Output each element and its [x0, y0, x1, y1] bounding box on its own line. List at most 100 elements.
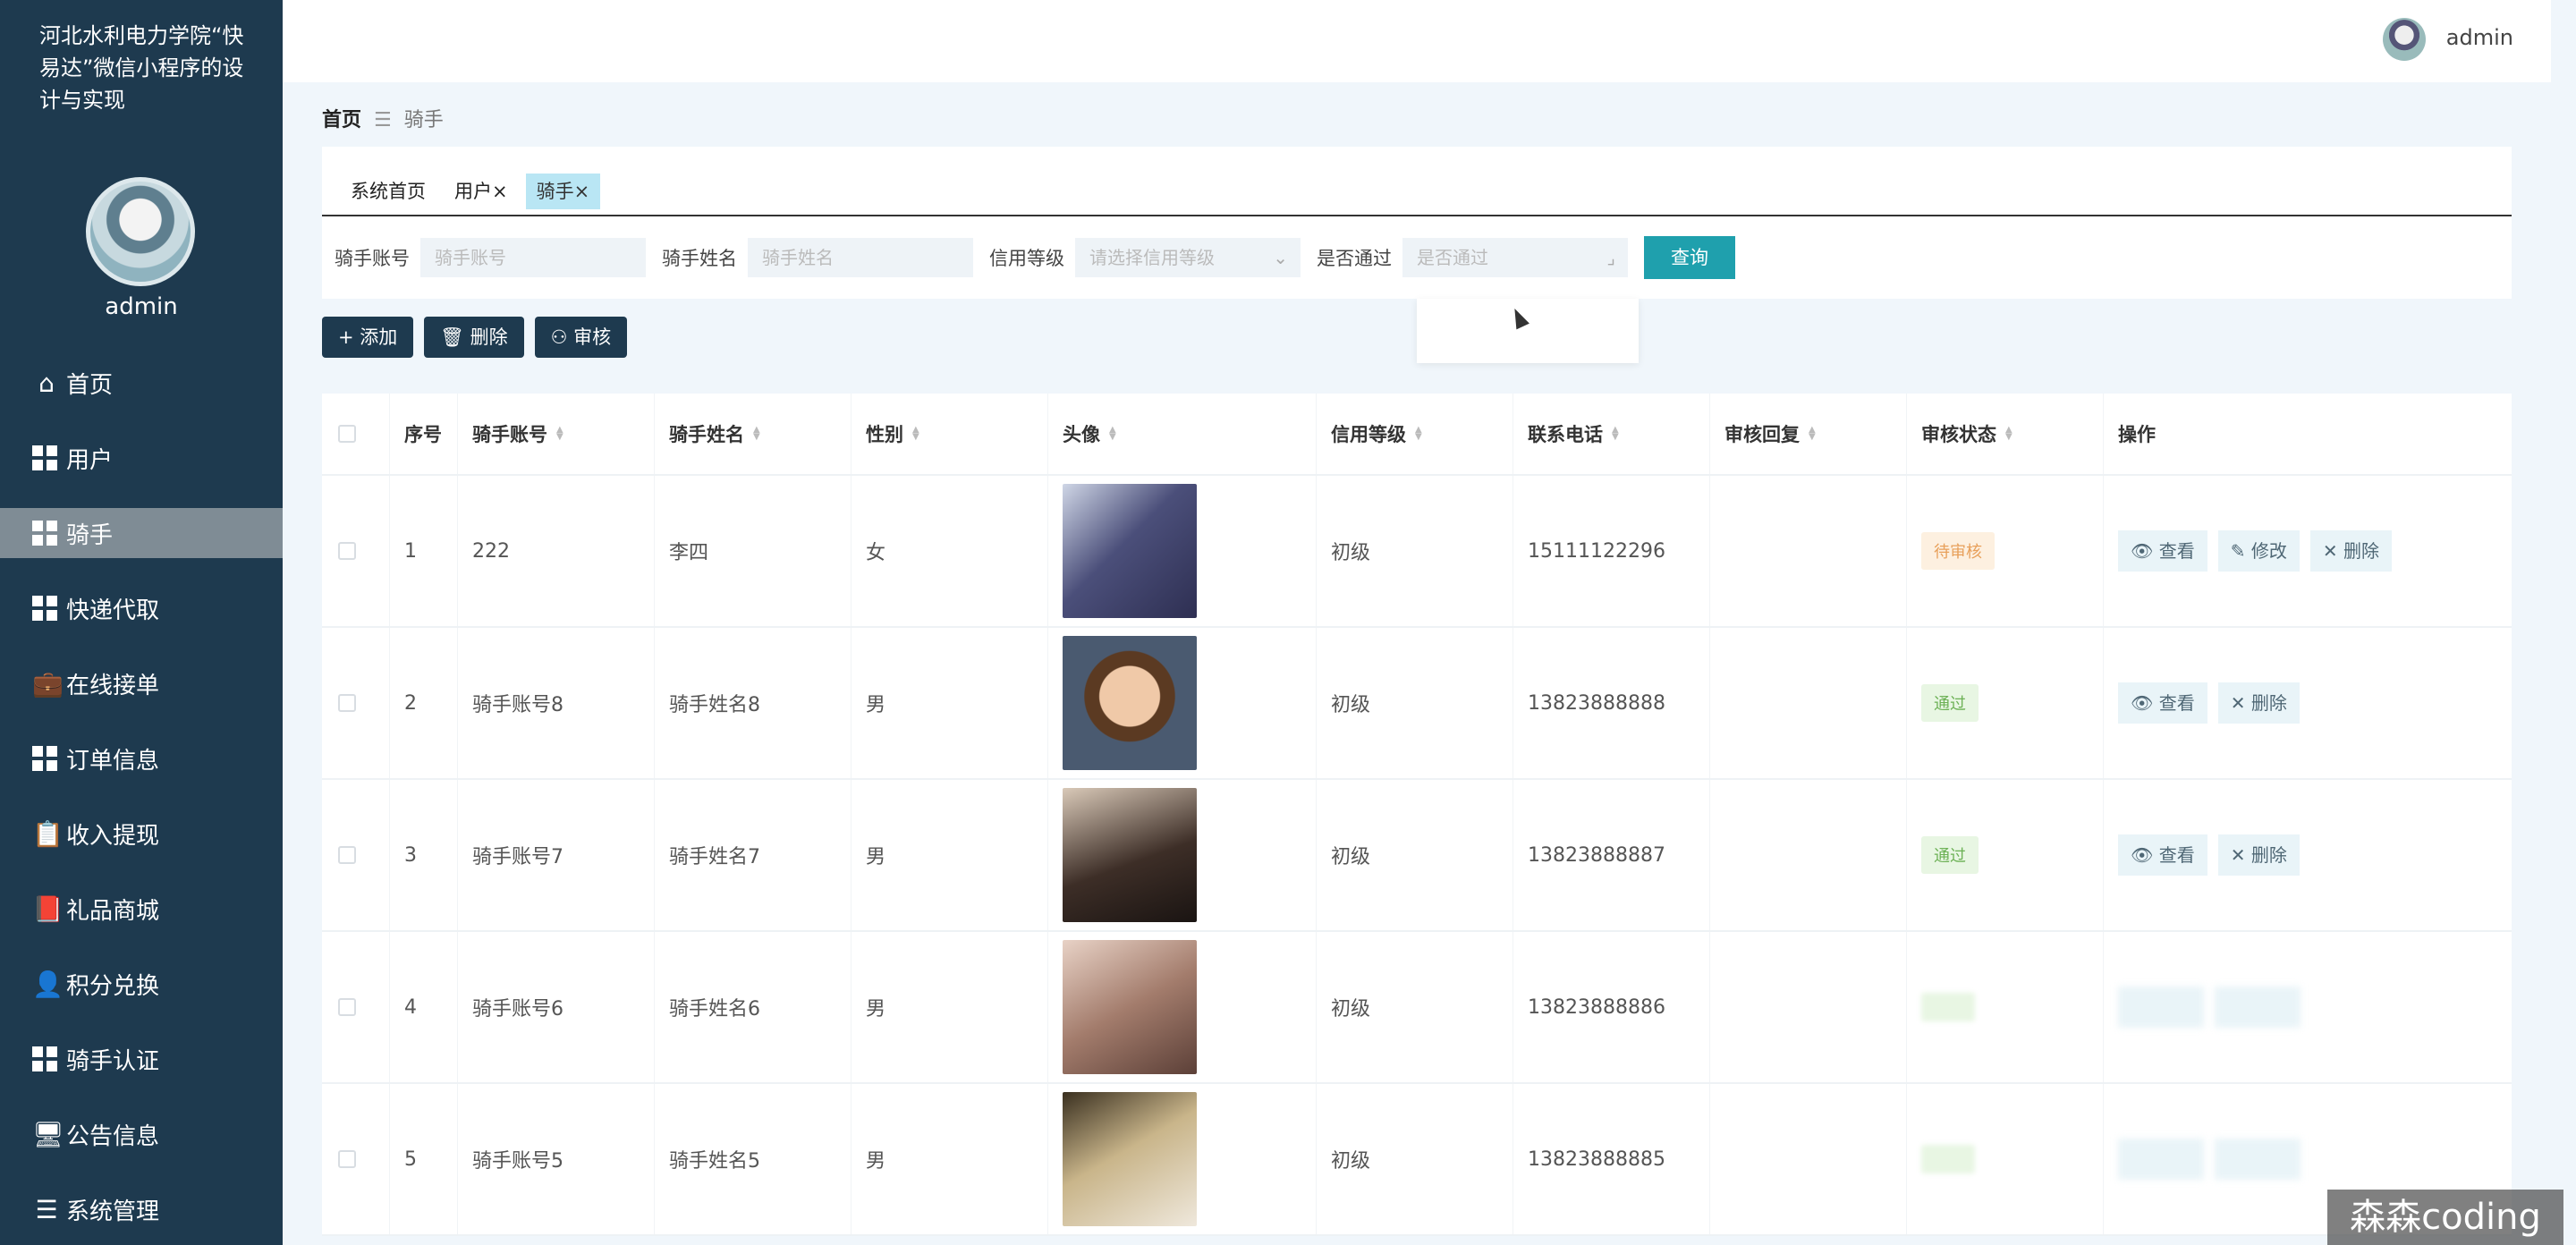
sidebar-item-4[interactable]: 💼 在线接单	[0, 658, 283, 708]
sort-icon[interactable]: ▲ ▼	[1612, 426, 1619, 442]
phone-number-cell: 13823888887	[1513, 780, 1710, 930]
chevron-down-icon: ⌄	[1273, 247, 1288, 268]
breadcrumb-home[interactable]: 首页	[322, 109, 361, 131]
rider-avatar-image[interactable]	[1063, 636, 1197, 770]
delete-button[interactable]: ✕ 删除	[2217, 682, 2300, 724]
view-icon: 👁	[2131, 844, 2159, 866]
sidebar-item-3[interactable]: 快递代取	[0, 583, 283, 633]
rider-account-cell: 骑手账号7	[458, 780, 655, 930]
sidebar-item-10[interactable]: 🖥 公告信息	[0, 1109, 283, 1159]
column-header-5[interactable]: 头像 ▲ ▼	[1048, 394, 1317, 474]
sidebar-item-0[interactable]: ⌂ 首页	[0, 358, 283, 408]
rider-account-cell: 骑手账号5	[458, 1084, 655, 1234]
phone-number: 15111122296	[1528, 539, 1665, 563]
sort-icon[interactable]: ▲ ▼	[912, 426, 919, 442]
sort-icon[interactable]: ▲ ▼	[556, 426, 564, 442]
sidebar-item-5[interactable]: 订单信息	[0, 733, 283, 783]
column-header-7[interactable]: 联系电话 ▲ ▼	[1513, 394, 1710, 474]
column-header-2[interactable]: 骑手账号 ▲ ▼	[458, 394, 655, 474]
column-header-label: 骑手账号	[472, 424, 547, 445]
rider-name: 骑手姓名8	[669, 694, 760, 716]
header-username[interactable]: admin	[2446, 25, 2513, 50]
sidebar-item-label: 首页	[66, 371, 114, 399]
row-checkbox[interactable]	[338, 846, 356, 864]
audit-reply-cell	[1710, 628, 1907, 778]
row-checkbox[interactable]	[338, 998, 356, 1016]
tab-users[interactable]: 用户×	[444, 174, 519, 209]
chevron-down-icon: ⌟	[1606, 247, 1615, 268]
sidebar-item-6[interactable]: 📋 收入提现	[0, 809, 283, 859]
name-input[interactable]: 骑手姓名	[748, 238, 973, 277]
edit-button[interactable]: ✎ 修改	[2217, 530, 2300, 572]
sidebar-item-label: 快递代取	[66, 597, 160, 624]
rider-avatar-image[interactable]	[1063, 484, 1197, 618]
row-checkbox[interactable]	[338, 1150, 356, 1168]
view-button[interactable]: 👁 查看	[2118, 682, 2207, 724]
audit-status-cell: 待审核	[1907, 476, 2104, 626]
sidebar-item-2[interactable]: 骑手	[0, 508, 283, 558]
row-action-button[interactable]	[2215, 987, 2301, 1028]
audit-reply-cell	[1710, 476, 1907, 626]
delete-button-label: 删除	[470, 326, 508, 348]
account-input[interactable]: 骑手账号	[420, 238, 646, 277]
rider-avatar-cell	[1048, 1084, 1317, 1234]
tab-home[interactable]: 系统首页	[340, 174, 436, 209]
add-button[interactable]: + 添加	[322, 317, 414, 358]
phone-number: 13823888885	[1528, 1148, 1665, 1171]
view-button[interactable]: 👁 查看	[2118, 530, 2207, 572]
rider-account: 骑手账号6	[472, 998, 564, 1021]
column-header-4[interactable]: 性别 ▲ ▼	[852, 394, 1048, 474]
sort-icon[interactable]: ▲ ▼	[1809, 426, 1816, 442]
tab-bar: 系统首页 用户× 骑手×	[340, 174, 607, 209]
sidebar-item-9[interactable]: 骑手认证	[0, 1034, 283, 1084]
table-body: 1 222 李四女初级 15111122296 待审核 👁 查看 ✎ 修改 ✕ 删除 2 骑手账号…	[322, 476, 2512, 1236]
audit-status-cell: 通过	[1907, 628, 2104, 778]
passed-dropdown-popup[interactable]	[1417, 299, 1639, 363]
credit-select[interactable]: 请选择信用等级 ⌄	[1075, 238, 1301, 277]
row-action-button[interactable]	[2118, 1139, 2204, 1180]
sidebar-item-8[interactable]: 👤 积分兑换	[0, 959, 283, 1009]
sidebar-item-7[interactable]: 📕 礼品商城	[0, 884, 283, 934]
view-button[interactable]: 👁 查看	[2118, 834, 2207, 876]
avatar[interactable]	[86, 177, 195, 286]
audit-button-label: 审核	[573, 326, 612, 348]
select-all-checkbox[interactable]	[338, 425, 356, 443]
sidebar-item-1[interactable]: 用户	[0, 433, 283, 483]
status-badge: 待审核	[1921, 532, 1995, 570]
sort-icon[interactable]: ▲ ▼	[2005, 426, 2012, 442]
row-action-button[interactable]	[2118, 987, 2204, 1028]
rider-avatar-image[interactable]	[1063, 940, 1197, 1074]
list-icon: ☰	[35, 1194, 58, 1224]
delete-button[interactable]: ✕ 删除	[2217, 834, 2300, 876]
row-checkbox[interactable]	[338, 542, 356, 560]
credit-select-placeholder: 请选择信用等级	[1089, 247, 1215, 268]
rider-avatar-cell	[1048, 932, 1317, 1082]
sidebar-item-label: 礼品商城	[66, 897, 160, 925]
tab-riders[interactable]: 骑手×	[525, 174, 601, 209]
sort-icon[interactable]: ▲ ▼	[1415, 426, 1422, 442]
sort-icon[interactable]: ▲ ▼	[753, 426, 760, 442]
row-checkbox-cell	[322, 476, 390, 626]
rider-avatar-image[interactable]	[1063, 1092, 1197, 1226]
delete-button[interactable]: ✕ 删除	[2309, 530, 2392, 572]
rider-name-cell: 骑手姓名6	[655, 932, 852, 1082]
rider-account-cell: 222	[458, 476, 655, 626]
query-button[interactable]: 查询	[1644, 236, 1735, 279]
rider-avatar-image[interactable]	[1063, 788, 1197, 922]
row-checkbox[interactable]	[338, 694, 356, 712]
passed-select[interactable]: 是否通过 ⌟	[1402, 238, 1628, 277]
user-icon: ⚇	[550, 326, 574, 348]
header-avatar[interactable]	[2383, 18, 2426, 61]
audit-button[interactable]: ⚇ 审核	[534, 317, 628, 358]
sort-icon[interactable]: ▲ ▼	[1109, 426, 1116, 442]
column-header-8[interactable]: 审核回复 ▲ ▼	[1710, 394, 1907, 474]
delete-button[interactable]: 🗑 删除	[424, 317, 524, 358]
column-header-6[interactable]: 信用等级 ▲ ▼	[1317, 394, 1513, 474]
row-action-button[interactable]	[2215, 1139, 2301, 1180]
audit-status-cell: 通过	[1907, 780, 2104, 930]
column-header-3[interactable]: 骑手姓名 ▲ ▼	[655, 394, 852, 474]
breadcrumb: 首页 ☰ 骑手	[322, 104, 444, 132]
sidebar-item-11[interactable]: ☰ 系统管理	[0, 1184, 283, 1234]
column-header-9[interactable]: 审核状态 ▲ ▼	[1907, 394, 2104, 474]
rider-gender: 男	[866, 1150, 886, 1173]
